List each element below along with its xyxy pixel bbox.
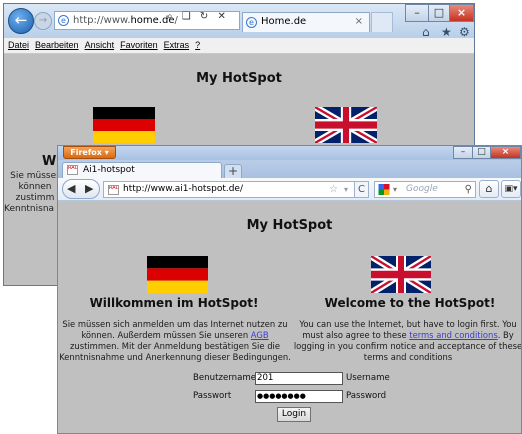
ie-page-title: My HotSpot [196, 71, 282, 86]
ff-nav-bar: ◀ ▶ RADIO http://www.ai1-hotspot.de/ ☆ ▾… [58, 178, 521, 201]
back-icon[interactable]: ← [8, 8, 34, 34]
search-icon[interactable]: ⚲ [465, 182, 472, 197]
close-tab-icon[interactable]: × [355, 13, 363, 31]
home-icon[interactable]: ⌂ [479, 180, 499, 198]
username-label-en: Username [346, 373, 390, 383]
uk-flag-icon[interactable] [315, 107, 377, 143]
agb-link[interactable]: AGB [251, 330, 269, 340]
login-button[interactable]: Login [277, 407, 311, 422]
ff-tab[interactable]: RADIO Ai1-hotspot [62, 162, 222, 178]
google-logo-icon[interactable] [378, 184, 390, 195]
firefox-menu-label: Firefox [70, 148, 102, 157]
intro-text-en: You can use the Internet, but have to lo… [291, 319, 521, 363]
new-tab-button[interactable]: + [224, 164, 242, 178]
url-text: http://www.ai1-hotspot.de/ [123, 184, 243, 194]
search-engine-dropdown-icon[interactable]: ▾ [393, 182, 397, 197]
gear-icon[interactable]: ⚙ [459, 25, 470, 39]
menu-favoriten[interactable]: Favoriten [120, 38, 158, 52]
ff-titlebar: Firefox ▾ – □ × [58, 146, 521, 160]
hotspot-page: My HotSpot Willkommen im HotSpot! Welcom… [58, 201, 521, 433]
ff-tab-bar: RADIO Ai1-hotspot + [58, 160, 521, 178]
ie-tab-icon: e [246, 17, 257, 28]
hotspot-favicon-icon: RADIO [67, 165, 78, 175]
username-input[interactable]: 201 [255, 372, 343, 385]
intro-text-de-part2: zustimmen. Mit der Anmeldung bestätigen … [59, 341, 291, 362]
menu-ansicht[interactable]: Ansicht [85, 38, 115, 52]
minimize-icon[interactable]: – [405, 4, 429, 22]
ie-tab-title: Home.de [261, 16, 307, 27]
bookmark-star-icon[interactable]: ☆ [329, 182, 338, 197]
site-identity-icon: RADIO [108, 185, 119, 195]
firefox-window: Firefox ▾ – □ × RADIO Ai1-hotspot + ◀ ▶ … [57, 145, 522, 434]
ie-new-tab-button[interactable] [371, 12, 393, 32]
terms-link[interactable]: terms and conditions [409, 330, 497, 340]
maximize-icon[interactable]: □ [472, 146, 491, 159]
search-box[interactable]: ▾ Google ⚲ [374, 181, 476, 198]
toolbar-menu-icon[interactable]: ▣▾ [501, 180, 521, 198]
uk-flag-icon[interactable] [371, 256, 431, 293]
reload-icon[interactable]: C [355, 181, 369, 198]
maximize-icon[interactable]: □ [428, 4, 450, 22]
menu-bearbeiten[interactable]: Bearbeiten [35, 38, 79, 52]
ie-menu-bar: Datei Bearbeiten Ansicht Favoriten Extras? [4, 38, 474, 54]
minimize-icon[interactable]: – [453, 146, 473, 159]
password-label-de: Passwort [193, 391, 232, 401]
ie-page-icon: e [58, 15, 69, 26]
menu-datei[interactable]: Datei [8, 38, 29, 52]
welcome-title-de: Willkommen im HotSpot! [89, 296, 259, 310]
url-dropdown-icon[interactable]: ▾ [344, 182, 348, 197]
german-flag-icon[interactable] [93, 107, 155, 143]
home-icon[interactable]: ⌂ [422, 25, 430, 39]
search-placeholder: Google [406, 184, 438, 194]
forward-icon[interactable]: ▶ [85, 180, 93, 198]
ie-tab[interactable]: e Home.de × [242, 12, 370, 32]
username-label-de: Benutzername [193, 373, 256, 383]
menu-extras[interactable]: Extras [164, 38, 190, 52]
favorites-star-icon[interactable]: ★ [441, 25, 452, 39]
firefox-menu-button[interactable]: Firefox ▾ [63, 146, 116, 159]
password-input[interactable]: ●●●●●●●● [255, 390, 343, 403]
ie-address-actions-icon[interactable]: ⌕ ❑ ↻ ✕ [167, 11, 229, 22]
forward-icon[interactable]: → [34, 12, 52, 30]
german-flag-icon[interactable] [147, 256, 208, 293]
close-icon[interactable]: × [490, 146, 521, 159]
menu-help[interactable]: ? [195, 38, 200, 52]
intro-text-de: Sie müssen sich anmelden um das Internet… [58, 319, 292, 363]
ie-address-prefix: http://www. [73, 15, 131, 26]
url-bar[interactable]: RADIO http://www.ai1-hotspot.de/ ☆ ▾ [103, 181, 355, 198]
ie-toolbar: ← → e http://www.home.de/ ⌕ ❑ ↻ ✕ e Home… [4, 4, 474, 39]
welcome-title-en: Welcome to the HotSpot! [324, 296, 496, 310]
ff-tab-title: Ai1-hotspot [83, 165, 135, 175]
page-title: My HotSpot [246, 218, 333, 233]
password-label-en: Password [346, 391, 387, 401]
back-forward-buttons: ◀ ▶ [62, 179, 100, 199]
back-icon[interactable]: ◀ [67, 180, 75, 198]
close-icon[interactable]: × [449, 4, 474, 22]
